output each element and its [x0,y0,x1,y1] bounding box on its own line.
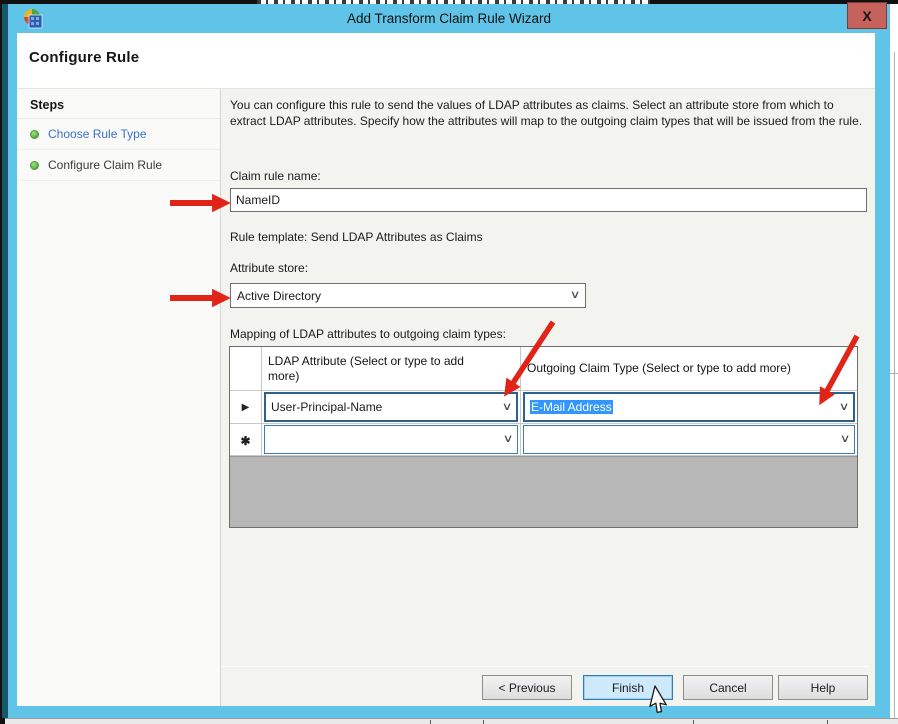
ldap-attribute-combobox-empty[interactable]: ∨ [264,425,518,454]
current-row-arrow-icon: ▶ [242,402,250,413]
adfs-wizard-icon [21,7,43,29]
screenshot-root: Add Transform Claim Rule Wizard X Config… [0,0,898,724]
ldap-attribute-value: User-Principal-Name [271,400,382,414]
step-complete-dot-icon [30,161,39,170]
outgoing-claim-type-combobox-empty[interactable]: ∨ [523,425,855,454]
table-cell: E-Mail Address ∨ [521,391,857,424]
mapping-table: LDAP Attribute (Select or type to add mo… [229,346,858,528]
window-title: Add Transform Claim Rule Wizard [347,11,551,26]
outgoing-claim-type-value: E-Mail Address [530,400,613,414]
close-icon: X [862,8,871,24]
background-right-tick [890,373,898,374]
claim-rule-name-input[interactable] [230,188,867,212]
close-button[interactable]: X [847,2,887,29]
mapping-label: Mapping of LDAP attributes to outgoing c… [230,327,506,341]
table-corner-cell [230,347,262,391]
previous-button[interactable]: < Previous [482,675,572,700]
new-row-asterisk-icon: ✱ [240,431,250,448]
claim-rule-name-label: Claim rule name: [230,169,321,183]
sidebar-item-choose-rule-type[interactable]: Choose Rule Type [17,119,220,150]
outgoing-claim-column-header: Outgoing Claim Type (Select or type to a… [521,347,857,391]
attribute-store-select[interactable]: Active Directory ∨ [230,283,586,308]
new-row-selector-cell: ✱ [230,424,262,456]
content-pane: You can configure this rule to send the … [221,88,875,706]
footer-divider [222,666,870,667]
wizard-dialog: Configure Rule Steps Choose Rule Type Co… [17,33,875,706]
rule-description: You can configure this rule to send the … [230,97,872,129]
cancel-button[interactable]: Cancel [683,675,773,700]
chevron-down-icon: ∨ [840,434,851,445]
chevron-down-icon: ∨ [839,402,850,413]
ldap-attribute-column-header: LDAP Attribute (Select or type to add mo… [262,347,521,391]
wizard-window: Add Transform Claim Rule Wizard X Config… [8,4,890,718]
chevron-down-icon: ∨ [570,290,581,301]
background-bottom-corner [0,718,5,724]
background-right-border-line [894,52,895,724]
attribute-store-value: Active Directory [237,289,321,303]
titlebar[interactable]: Add Transform Claim Rule Wizard X [8,4,890,33]
ldap-attribute-combobox[interactable]: User-Principal-Name ∨ [264,392,518,422]
steps-heading: Steps [17,89,220,119]
finish-button[interactable]: Finish [583,675,673,700]
help-button[interactable]: Help [778,675,868,700]
step-label: Configure Claim Rule [48,158,162,172]
step-label: Choose Rule Type [48,127,147,141]
sidebar-item-configure-claim-rule[interactable]: Configure Claim Rule [17,150,220,181]
steps-sidebar: Steps Choose Rule Type Configure Claim R… [17,88,221,706]
table-cell: User-Principal-Name ∨ [262,391,521,424]
table-cell: ∨ [262,424,521,456]
attribute-store-label: Attribute store: [230,261,308,275]
chevron-down-icon: ∨ [503,434,514,445]
chevron-down-icon: ∨ [502,402,513,413]
step-complete-dot-icon [30,130,39,139]
page-title: Configure Rule [29,49,139,66]
background-bottom-strip [0,718,898,724]
row-selector-cell: ▶ [230,391,262,424]
heading-band: Configure Rule [17,33,875,88]
rule-template-text: Rule template: Send LDAP Attributes as C… [230,230,483,244]
outgoing-claim-type-combobox[interactable]: E-Mail Address ∨ [523,392,855,422]
table-empty-area [230,456,857,527]
table-cell: ∨ [521,424,857,456]
